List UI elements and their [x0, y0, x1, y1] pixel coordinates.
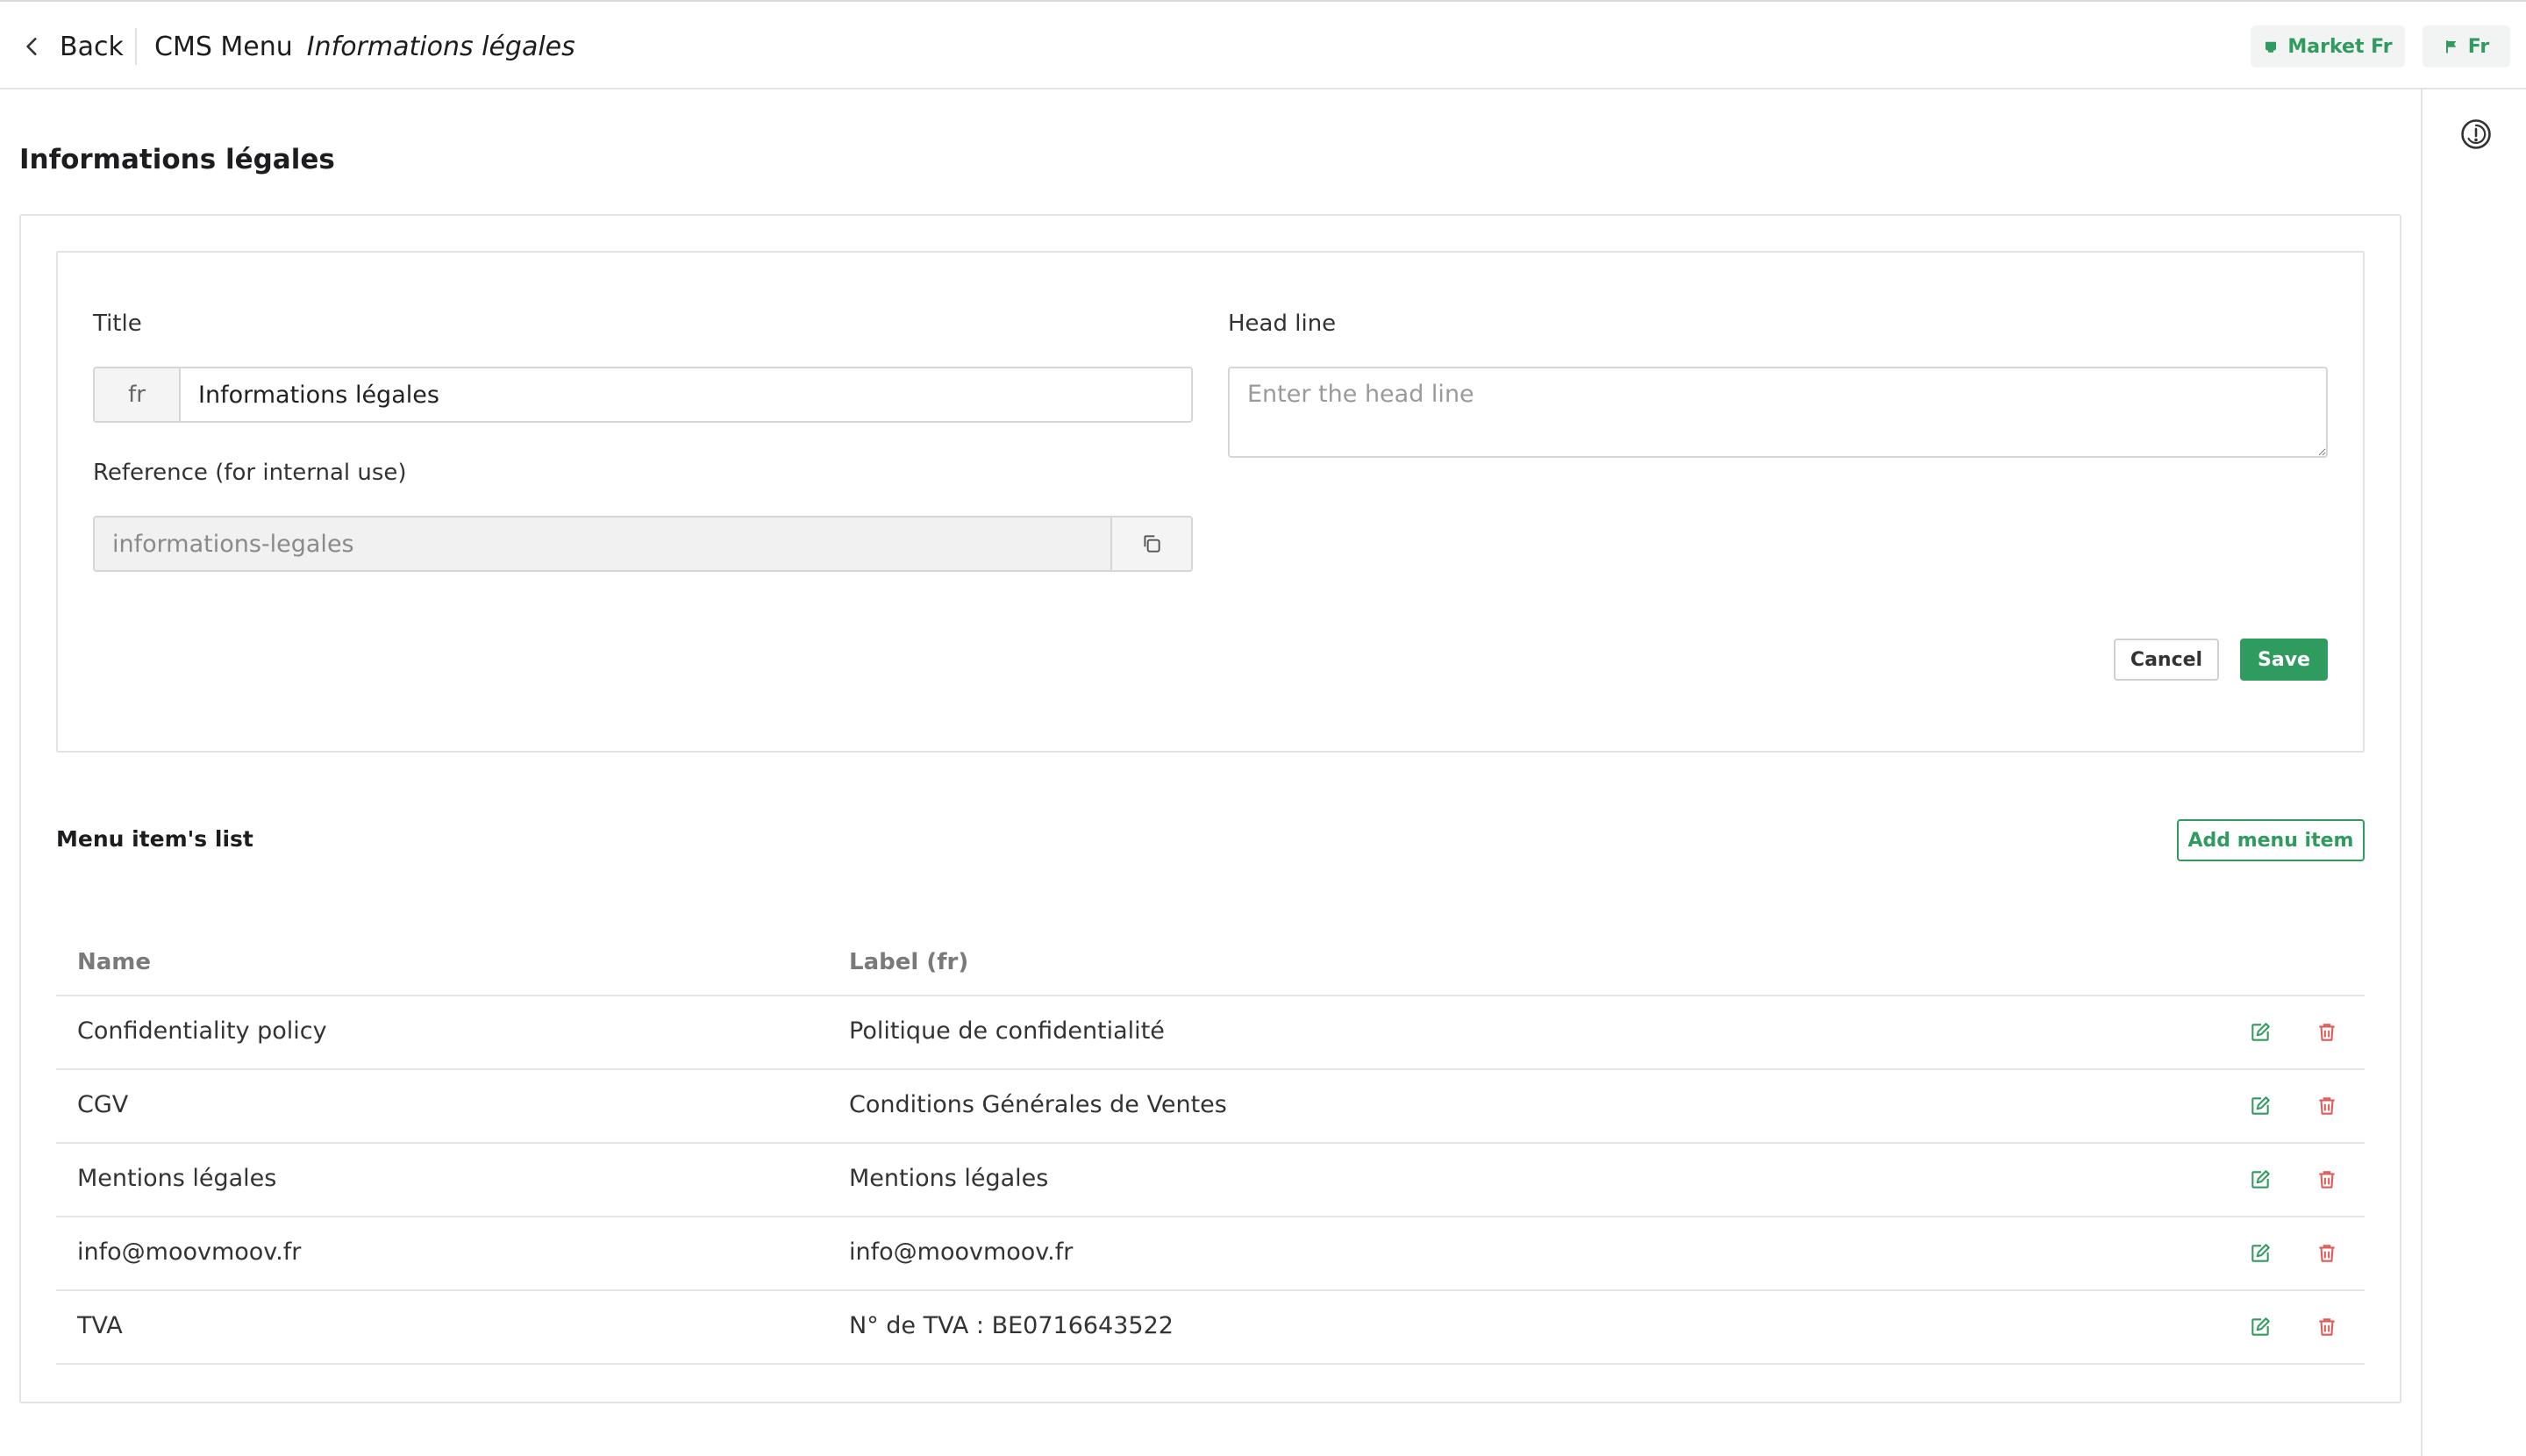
title-label: Title — [93, 310, 142, 337]
title-language-addon: fr — [95, 368, 181, 421]
breadcrumb-section: CMS Menu — [154, 31, 293, 62]
help-circle-icon[interactable] — [2459, 118, 2493, 151]
trash-icon[interactable] — [2316, 1168, 2338, 1191]
copy-reference-button[interactable] — [1110, 517, 1191, 570]
table-row: info@moovmoov.fr info@moovmoov.fr — [56, 1217, 2365, 1291]
divider — [135, 28, 137, 65]
copy-icon — [1144, 535, 1160, 553]
edit-icon[interactable] — [2249, 1021, 2272, 1044]
row-name: Confidentiality policy — [77, 1017, 327, 1045]
row-name: info@moovmoov.fr — [77, 1238, 302, 1266]
trash-icon[interactable] — [2316, 1316, 2338, 1338]
menu-items-title: Menu item's list — [56, 826, 253, 852]
save-button[interactable]: Save — [2240, 639, 2328, 681]
menu-form-card — [56, 251, 2365, 753]
breadcrumb-current: Informations légales — [306, 31, 575, 62]
table-row: CGV Conditions Générales de Ventes — [56, 1070, 2365, 1144]
breadcrumb: CMS Menu Informations légales — [154, 28, 575, 65]
right-rail-divider — [2421, 89, 2423, 1456]
market-selector-button[interactable]: Market Fr — [2251, 25, 2405, 68]
row-label: Conditions Générales de Ventes — [849, 1091, 1227, 1118]
reference-input-group — [93, 516, 1193, 572]
column-header-name: Name — [77, 949, 152, 975]
edit-icon[interactable] — [2249, 1316, 2272, 1338]
edit-icon[interactable] — [2249, 1242, 2272, 1265]
table-header: Name Label (fr) — [56, 931, 2365, 996]
cancel-button[interactable]: Cancel — [2114, 639, 2219, 681]
row-name: CGV — [77, 1091, 129, 1118]
row-label: Politique de confidentialité — [849, 1017, 1165, 1045]
headline-label: Head line — [1228, 310, 1337, 337]
back-button[interactable]: Back — [21, 28, 124, 65]
row-label: Mentions légales — [849, 1165, 1049, 1192]
store-icon — [2266, 41, 2277, 53]
row-label: info@moovmoov.fr — [849, 1238, 1074, 1266]
edit-icon[interactable] — [2249, 1095, 2272, 1117]
page-title: Informations légales — [19, 144, 335, 175]
chevron-left-icon — [21, 35, 44, 58]
row-label: N° de TVA : BE0716643522 — [849, 1312, 1174, 1339]
trash-icon[interactable] — [2316, 1242, 2338, 1265]
reference-label: Reference (for internal use) — [93, 460, 407, 486]
flag-icon — [2445, 40, 2456, 54]
row-name: Mentions légales — [77, 1165, 277, 1192]
trash-icon[interactable] — [2316, 1095, 2338, 1117]
title-input-group: fr — [93, 367, 1193, 423]
title-input[interactable] — [181, 368, 1191, 421]
back-label: Back — [60, 31, 124, 62]
reference-input[interactable] — [95, 517, 1110, 570]
market-label: Market Fr — [2287, 35, 2393, 58]
table-row: Confidentiality policy Politique de confi… — [56, 996, 2365, 1070]
add-menu-item-button[interactable]: Add menu item — [2177, 819, 2365, 861]
column-header-label: Label (fr) — [849, 949, 969, 975]
edit-icon[interactable] — [2249, 1168, 2272, 1191]
menu-items-table: Name Label (fr) Confidentiality policy Po… — [56, 931, 2365, 1365]
table-row: TVA N° de TVA : BE0716643522 — [56, 1291, 2365, 1365]
table-row: Mentions légales Mentions légales — [56, 1144, 2365, 1217]
row-name: TVA — [77, 1312, 123, 1339]
language-selector-button[interactable]: Fr — [2423, 25, 2510, 68]
top-bar: Back CMS Menu Informations légales Marke… — [0, 0, 2526, 89]
headline-textarea[interactable] — [1228, 367, 2328, 458]
trash-icon[interactable] — [2316, 1021, 2338, 1044]
language-label: Fr — [2467, 35, 2490, 58]
